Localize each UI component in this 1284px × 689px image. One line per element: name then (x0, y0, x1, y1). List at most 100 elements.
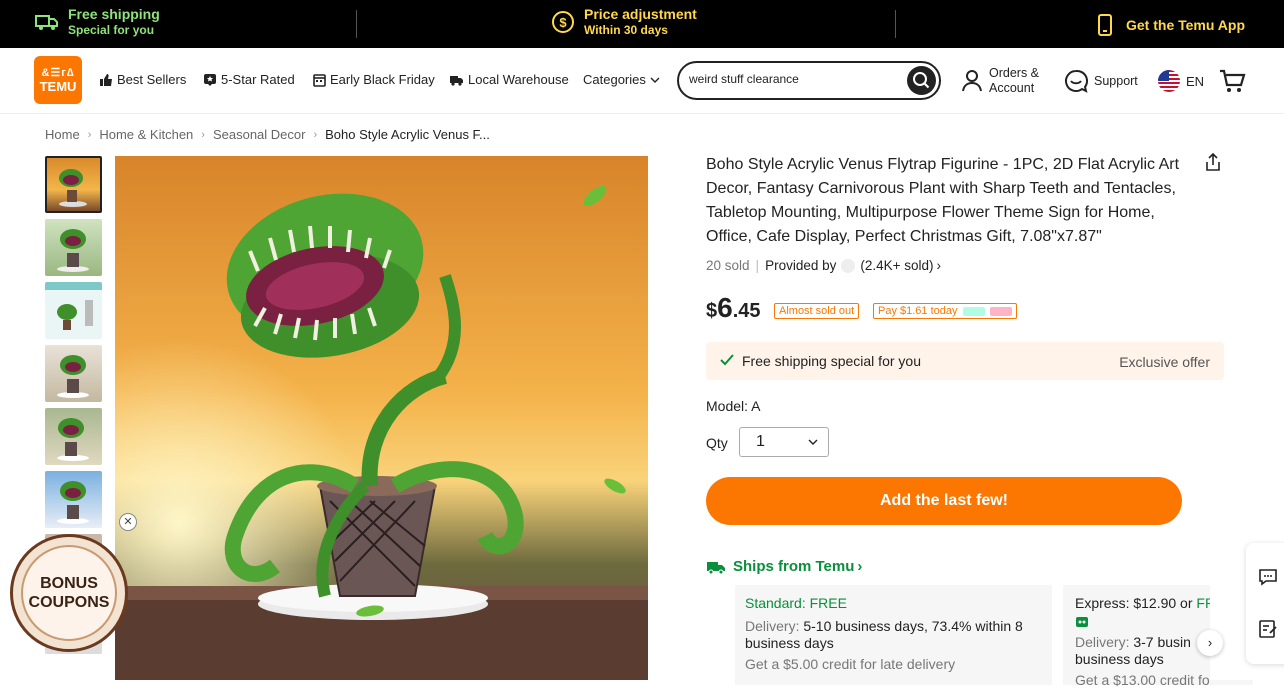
thumbnail[interactable] (45, 345, 102, 402)
feedback-button[interactable] (1258, 619, 1278, 644)
nav-early-black-friday[interactable]: Early Black Friday (313, 72, 435, 87)
plant-thumb-image (59, 169, 87, 207)
free-shipping-text: Free shipping special for you (742, 353, 921, 369)
get-app-label: Get the Temu App (1126, 16, 1245, 33)
free-shipping-banner: Free shipping special for you Exclusive … (706, 342, 1224, 380)
green-badge-icon (1076, 617, 1088, 627)
search-icon (913, 72, 930, 89)
breadcrumb-seasonal-decor[interactable]: Seasonal Decor (213, 127, 306, 142)
thumbs-up-icon (100, 73, 112, 86)
thumbnail[interactable] (45, 471, 102, 528)
search-input[interactable] (689, 72, 899, 86)
main-product-image[interactable] (115, 156, 648, 680)
free-shipping-promo[interactable]: Free shipping Special for you (34, 6, 160, 38)
late-credit: Get a $5.00 credit for late delivery (745, 656, 956, 672)
price-currency: $ (706, 300, 718, 322)
chevron-down-icon (650, 77, 660, 83)
breadcrumb: Home › Home & Kitchen › Seasonal Decor ›… (45, 127, 490, 142)
cart-button[interactable] (1218, 68, 1246, 94)
breadcrumb-current: Boho Style Acrylic Venus F... (325, 127, 490, 142)
nav-label: Best Sellers (117, 72, 187, 87)
thumbnail[interactable] (45, 282, 102, 339)
thumbnail[interactable] (45, 219, 102, 276)
orders-line1: Orders & (989, 66, 1040, 80)
chevron-right-icon: › (201, 128, 205, 141)
plant-thumb-image (57, 355, 89, 398)
price-adjustment-promo[interactable]: $ Price adjustment Within 30 days (550, 6, 697, 38)
language-selector[interactable]: EN (1158, 70, 1204, 92)
price-decimal: .45 (732, 300, 761, 322)
chat-button[interactable] (1258, 567, 1278, 592)
price-integer: 6 (717, 292, 733, 323)
nav-five-star[interactable]: 5-Star Rated (203, 72, 295, 87)
temu-logo[interactable]: &☰г∆ TEMU (34, 56, 82, 104)
close-bonus-button[interactable]: ✕ (119, 513, 137, 531)
share-icon (1206, 152, 1220, 171)
next-shipping-button[interactable]: › (1197, 630, 1223, 656)
provided-by-label: Provided by (765, 258, 837, 273)
sold-count: 20 sold (706, 258, 750, 273)
sales-info: 20 sold | Provided by (2.4K+ sold) › (706, 258, 941, 273)
truck-icon (707, 561, 725, 574)
model-label: Model: A (706, 398, 761, 414)
price: $ 6 .45 (706, 292, 761, 324)
nav-categories[interactable]: Categories (583, 72, 664, 87)
chevron-down-icon (808, 439, 818, 445)
product-title: Boho Style Acrylic Venus Flytrap Figurin… (706, 156, 1180, 245)
bonus-coupons-inner: BONUS COUPONS (21, 545, 117, 641)
orders-line2: Account (989, 81, 1035, 95)
site-header: &☰г∆ TEMU Best Sellers 5-Star Rated Earl… (0, 48, 1284, 114)
search-box (677, 61, 941, 100)
chat-bubble-icon (1065, 69, 1088, 93)
promo-bar: Free shipping Special for you $ Price ad… (0, 0, 1284, 48)
divider (895, 10, 896, 38)
plant-thumb-image (57, 418, 89, 461)
nav-best-sellers[interactable]: Best Sellers (99, 72, 186, 87)
truck-icon (35, 15, 58, 30)
price-adjustment-title: Price adjustment (584, 6, 697, 22)
klarna-logo-icon (989, 306, 1012, 316)
shipping-option-standard[interactable]: Standard: FREE Delivery: 5-10 business d… (735, 585, 1052, 685)
orders-account[interactable]: Orders & Account (960, 66, 1039, 96)
nav-label: Local Warehouse (468, 72, 569, 87)
divider: | (755, 258, 760, 273)
ships-from-link[interactable]: Ships from Temu › (706, 558, 862, 575)
delivery-label: Delivery: (1075, 634, 1130, 650)
qty-select[interactable]: 1 (739, 427, 829, 457)
qty-value: 1 (756, 433, 765, 450)
seller-sold[interactable]: (2.4K+ sold) (860, 258, 933, 273)
nav-label: Early Black Friday (330, 72, 435, 87)
exclusive-offer: Exclusive offer (1119, 354, 1210, 370)
add-to-cart-button[interactable]: Add the last few! (706, 477, 1182, 525)
plant-thumb-image (57, 229, 89, 272)
chevron-right-icon: › (857, 558, 863, 575)
pay-later-tag[interactable]: Pay $1.61 today (873, 303, 1017, 319)
chevron-right-icon: › (87, 128, 92, 141)
us-flag-icon (1158, 70, 1180, 92)
truck-icon (450, 75, 463, 86)
breadcrumb-home[interactable]: Home (45, 127, 80, 142)
search-button[interactable] (907, 66, 936, 95)
language-label: EN (1186, 73, 1205, 89)
almost-sold-out-tag: Almost sold out (774, 303, 860, 319)
thumbnail[interactable] (45, 408, 102, 465)
support-label: Support (1094, 74, 1138, 88)
share-button[interactable] (1203, 152, 1223, 177)
bonus-coupons-badge[interactable]: BONUS COUPONS (10, 534, 128, 652)
breadcrumb-home-kitchen[interactable]: Home & Kitchen (99, 127, 193, 142)
star-badge-icon (204, 73, 216, 86)
seller-avatar[interactable] (841, 258, 856, 273)
standard-title: Standard: FREE (745, 595, 847, 611)
edit-note-icon (1259, 620, 1277, 638)
floating-tools (1246, 543, 1284, 664)
nav-local-warehouse[interactable]: Local Warehouse (449, 72, 569, 87)
get-app-promo[interactable]: Get the Temu App (1092, 12, 1245, 38)
thumbnail[interactable] (45, 156, 102, 213)
ships-from-label: Ships from Temu (733, 558, 855, 575)
venus-flytrap-image (115, 156, 648, 680)
user-icon (962, 70, 982, 92)
free-shipping-sub: Special for you (68, 23, 155, 37)
dollar-clock-icon: $ (552, 11, 574, 33)
support-link[interactable]: Support (1064, 69, 1138, 93)
pay-later-label: Pay $1.61 today (878, 305, 958, 317)
